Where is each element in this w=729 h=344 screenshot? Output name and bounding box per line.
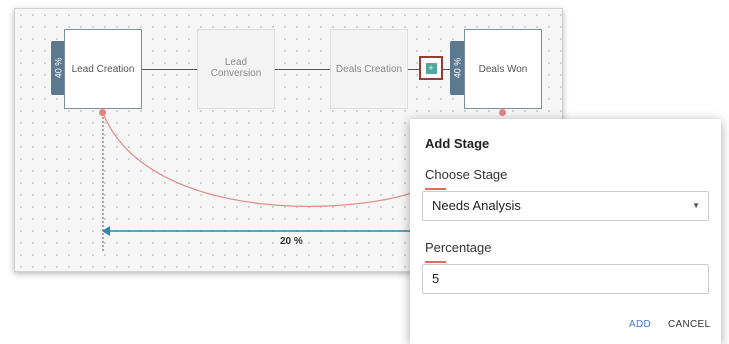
percentage-tab-left: 40 % (51, 41, 65, 95)
stage-lead-conversion[interactable]: Lead Conversion (197, 29, 275, 109)
cancel-button[interactable]: CANCEL (668, 319, 710, 330)
add-stage-button[interactable]: + (419, 56, 443, 80)
connector-2 (274, 69, 332, 70)
add-button[interactable]: ADD (629, 319, 651, 330)
stage-deals-creation[interactable]: Deals Creation (330, 29, 408, 109)
choose-stage-label: Choose Stage (425, 167, 508, 182)
connection-dot-end[interactable] (499, 109, 506, 116)
percentage-input[interactable]: 5 (422, 264, 709, 294)
plus-icon: + (425, 62, 437, 74)
conversion-arc (102, 112, 431, 207)
connection-dot-start[interactable] (99, 109, 106, 116)
add-stage-dialog: Add Stage Choose Stage Needs Analysis ▼ … (410, 119, 721, 344)
connector-1 (142, 69, 198, 70)
stage-label: Lead Creation (71, 63, 135, 75)
percentage-tab-right: 40 % (450, 41, 464, 95)
percentage-value: 5 (432, 271, 440, 286)
choose-stage-value: Needs Analysis (432, 198, 521, 213)
stage-label: Deals Won (478, 63, 528, 75)
stage-deals-won[interactable]: Deals Won (464, 29, 542, 109)
chevron-down-icon: ▼ (692, 201, 700, 210)
choose-stage-accent (425, 188, 446, 190)
percentage-label: Percentage (425, 240, 492, 255)
conversion-percentage-label: 20 % (280, 236, 303, 247)
choose-stage-select[interactable]: Needs Analysis ▼ (422, 191, 709, 221)
stage-label: Lead Conversion (210, 57, 262, 79)
percentage-accent (425, 261, 446, 263)
stage-lead-creation[interactable]: Lead Creation (64, 29, 142, 109)
dialog-title: Add Stage (425, 136, 490, 151)
stage-label: Deals Creation (335, 63, 403, 75)
